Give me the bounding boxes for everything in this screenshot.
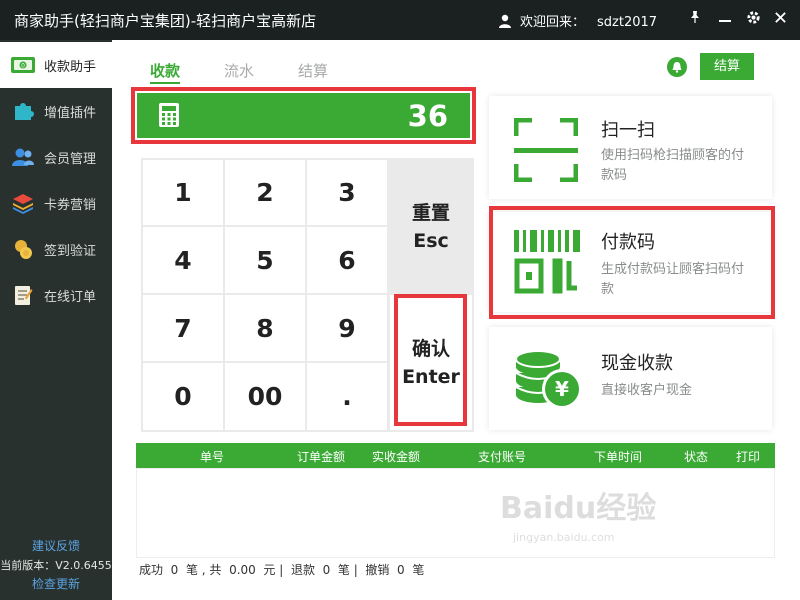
tab-flow[interactable]: 流水 [224, 60, 254, 81]
window-title: 商家助手(轻扫商户宝集团)-轻扫商户宝高新店 [14, 12, 317, 30]
amount-highlight-frame: 36 [131, 87, 476, 144]
feedback-link[interactable]: 建议反馈 [0, 537, 112, 554]
key-dot[interactable]: . [307, 363, 387, 430]
key-7[interactable]: 7 [143, 295, 223, 361]
key-3[interactable]: 3 [307, 160, 387, 225]
status-success-count: 0 [170, 563, 179, 577]
close-icon[interactable] [771, 10, 789, 28]
settle-button[interactable]: 结算 [700, 53, 754, 80]
username: sdzt2017 [597, 15, 658, 30]
card-scan[interactable]: 扫一扫 使用扫码枪扫描顾客的付款码 [489, 96, 772, 199]
watermark-brand: Baidu经验 [500, 491, 657, 526]
sidebar-item-orders[interactable]: 在线订单 [0, 272, 112, 318]
baidu-watermark: Baidu经验 jingyan.baidu.com [495, 473, 665, 558]
status-unit: 笔 [185, 563, 198, 577]
sidebar-item-members[interactable]: 会员管理 [0, 134, 112, 180]
tab-collect[interactable]: 收款 [150, 60, 181, 84]
column-header: 下单时间 [594, 450, 643, 464]
amount-value: 36 [407, 99, 448, 133]
status-unit: 笔 [412, 563, 425, 577]
reset-shortcut: Esc [413, 229, 449, 252]
minimize-button[interactable] [716, 10, 734, 28]
status-total-label: 共 [209, 563, 222, 577]
key-2[interactable]: 2 [225, 160, 305, 225]
key-1[interactable]: 1 [143, 160, 223, 225]
sidebar-item-label: 收款助手 [44, 59, 97, 75]
key-9[interactable]: 9 [307, 295, 387, 361]
coupons-icon [10, 192, 36, 214]
sidebar-item-label: 在线订单 [44, 289, 97, 305]
key-5[interactable]: 5 [225, 227, 305, 293]
orders-table-header: 单号 订单金额 实收金额 支付账号 下单时间 状态 打印 [136, 443, 775, 468]
welcome-text: 欢迎回来： [520, 15, 586, 30]
sidebar-item-label: 增值插件 [44, 105, 97, 121]
svg-text:0: 0 [21, 63, 25, 70]
key-00[interactable]: 00 [225, 363, 305, 430]
sidebar-item-coupons[interactable]: 卡券营销 [0, 180, 112, 226]
puzzle-icon [10, 100, 36, 122]
key-4[interactable]: 4 [143, 227, 223, 293]
cash-register-icon: 0 [10, 54, 36, 76]
sidebar-item-label: 会员管理 [44, 151, 97, 167]
reset-button[interactable]: 重置 Esc [390, 160, 472, 293]
confirm-highlight-frame [394, 294, 467, 426]
payment-code-highlight-frame [489, 206, 775, 319]
coins-icon: ¥ [515, 350, 582, 409]
watermark-url: jingyan.baidu.com [513, 531, 615, 544]
tab-settlement[interactable]: 结算 [298, 60, 328, 81]
scan-icon [514, 118, 578, 182]
card-title: 现金收款 [601, 353, 673, 374]
column-header: 状态 [684, 450, 709, 464]
column-header: 单号 [200, 450, 225, 464]
title-bar: 商家助手(轻扫商户宝集团)-轻扫商户宝高新店 欢迎回来： sdzt2017 [0, 0, 800, 40]
check-update-link[interactable]: 检查更新 [0, 575, 112, 592]
status-unit: 笔 [337, 563, 350, 577]
status-refund-label: 退款 [290, 563, 315, 577]
sidebar-item-plugins[interactable]: 增值插件 [0, 88, 112, 134]
main-panel: 收款 流水 结算 结算 36 1 2 3 4 5 6 7 8 9 0 00 . … [112, 40, 800, 600]
status-cancel-count: 0 [397, 563, 405, 577]
reset-label: 重置 [411, 201, 450, 224]
sidebar-item-label: 签到验证 [44, 243, 97, 259]
order-icon [10, 284, 36, 306]
user-info: 欢迎回来： sdzt2017 [498, 11, 657, 30]
key-6[interactable]: 6 [307, 227, 387, 293]
sidebar-item-checkin[interactable]: 签到验证 [0, 226, 112, 272]
status-cancel-label: 撤销 [365, 563, 390, 577]
status-refund-count: 0 [322, 563, 331, 577]
settings-gear-icon[interactable] [744, 10, 762, 28]
card-description: 使用扫码枪扫描顾客的付款码 [601, 148, 745, 183]
card-title: 扫一扫 [601, 120, 655, 141]
notification-bell-icon[interactable] [667, 57, 687, 77]
pin-icon[interactable] [686, 10, 704, 28]
column-header: 订单金额 [297, 450, 346, 464]
status-total-amount: 0.00 [229, 563, 256, 577]
card-cash[interactable]: ¥ 现金收款 直接收客户现金 [489, 327, 772, 430]
column-header: 实收金额 [372, 450, 421, 464]
checkin-icon [10, 238, 36, 260]
orders-table-body [136, 468, 775, 558]
status-currency: 元 [263, 563, 276, 577]
status-bar: 成功 0 笔 , 共 0.00 元 | 退款 0 笔 | 撤销 0 笔 [139, 563, 425, 577]
user-icon [499, 14, 511, 28]
key-0[interactable]: 0 [143, 363, 223, 430]
members-icon [10, 146, 36, 168]
sidebar-item-label: 卡券营销 [44, 197, 97, 213]
column-header: 打印 [736, 450, 761, 464]
calculator-icon [159, 103, 179, 127]
version-text: 当前版本：V2.0.6455 [0, 559, 112, 572]
sidebar: 0 收款助手 增值插件 会员管理 卡券营销 签到验证 在线订单 建议反馈 当前版… [0, 40, 112, 600]
svg-text:¥: ¥ [555, 377, 569, 401]
column-header: 支付账号 [478, 450, 527, 464]
amount-display: 36 [137, 93, 470, 138]
status-success-label: 成功 [139, 563, 164, 577]
card-description: 直接收客户现金 [601, 383, 693, 398]
sidebar-item-cashier[interactable]: 0 收款助手 [0, 42, 112, 88]
key-8[interactable]: 8 [225, 295, 305, 361]
